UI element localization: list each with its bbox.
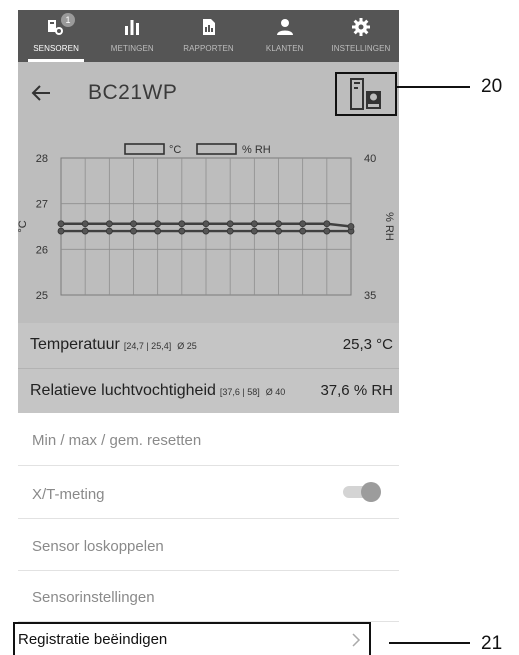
series-point-humidity: [81, 220, 89, 228]
series-point-temperature: [178, 227, 186, 235]
reading-average: Ø 40: [265, 387, 286, 397]
end-registration-button[interactable]: Registratie beëindigen: [13, 622, 371, 655]
series-point-temperature: [250, 227, 258, 235]
series-point-humidity: [154, 220, 162, 228]
series-point-temperature: [275, 227, 282, 235]
y-tick-label-left: 27: [36, 199, 48, 211]
series-point-temperature: [299, 227, 307, 235]
menu-label: Sensorinstellingen: [32, 589, 155, 606]
legend-label-temperature: °C: [169, 144, 181, 156]
nav-label: SENSOREN: [33, 44, 79, 53]
series-point-temperature: [226, 227, 234, 235]
menu-sensor-settings[interactable]: Sensorinstellingen: [18, 571, 399, 622]
series-point-temperature: [154, 227, 162, 235]
series-point-temperature: [130, 227, 137, 235]
sensor-header: BC21WP: [18, 62, 399, 125]
series-point-humidity: [347, 223, 355, 230]
top-navigation: 1 SENSOREN METINGEN RAPPORTEN KLANTEN IN…: [18, 10, 399, 62]
series-point-humidity: [130, 220, 137, 228]
menu-label: Min / max / gem. resetten: [32, 432, 202, 449]
series-point-humidity: [299, 220, 307, 228]
menu-xt-measurement: X/T-meting: [18, 466, 399, 519]
bar-chart-icon: [121, 16, 143, 38]
notification-badge: 1: [61, 13, 75, 27]
customers-icon: [274, 16, 296, 38]
xt-toggle[interactable]: [341, 482, 381, 502]
series-point-temperature: [323, 227, 331, 235]
y-axis-label-right: % RH: [383, 212, 395, 241]
nav-tab-rapporten[interactable]: RAPPORTEN: [170, 10, 246, 62]
legend-swatch-humidity: [196, 143, 237, 155]
nav-tab-klanten[interactable]: KLANTEN: [247, 10, 323, 62]
measurement-chart: 28 27 26 25 40 35 °C % RH °C % RH: [18, 125, 399, 323]
callout-number-logger: 20: [481, 76, 503, 97]
menu-label: Sensor loskoppelen: [32, 538, 164, 555]
series-point-temperature: [202, 227, 210, 235]
series-point-temperature: [57, 227, 65, 235]
nav-tab-metingen[interactable]: METINGEN: [94, 10, 170, 62]
chart-svg: 28 27 26 25 40 35 °C % RH °C % RH: [18, 143, 395, 302]
series-point-humidity: [57, 220, 65, 228]
y-tick-label-right: 35: [364, 290, 376, 302]
gear-icon: [350, 16, 372, 38]
series-point-temperature: [105, 227, 113, 235]
y-tick-label-left: 25: [36, 290, 48, 302]
series-point-humidity: [250, 220, 258, 228]
reading-temperature: Temperatuur [24,7 | 25,4] Ø 25 25,3 °C: [18, 323, 399, 369]
reading-humidity: Relatieve luchtvochtigheid [37,6 | 58] Ø 4…: [18, 369, 399, 413]
y-tick-label-right: 40: [364, 153, 376, 165]
reading-range: [24,7 | 25,4]: [123, 341, 172, 351]
reading-average: Ø 25: [177, 341, 197, 351]
page-title: BC21WP: [88, 81, 178, 104]
nav-tab-sensoren[interactable]: 1 SENSOREN: [18, 10, 94, 62]
series-point-humidity: [226, 220, 234, 228]
report-icon: [198, 16, 220, 38]
back-arrow-icon[interactable]: [30, 82, 52, 104]
reading-range: [37,6 | 58]: [219, 387, 260, 397]
chevron-right-icon: [352, 633, 361, 647]
data-logger-rec-icon: [350, 78, 381, 110]
toggle-thumb: [361, 482, 381, 502]
reading-value: 25,3 °C: [342, 336, 393, 353]
reading-label: Temperatuur: [30, 336, 120, 353]
series-point-humidity: [105, 220, 113, 228]
y-axis-label-left: °C: [18, 220, 29, 232]
y-tick-label-left: 26: [36, 244, 48, 256]
nav-label: METINGEN: [110, 44, 154, 53]
nav-tab-instellingen[interactable]: INSTELLINGEN: [323, 10, 399, 62]
app-screen: 1 SENSOREN METINGEN RAPPORTEN KLANTEN IN…: [18, 10, 399, 655]
reading-label: Relatieve luchtvochtigheid: [30, 382, 216, 399]
data-logger-button[interactable]: [335, 72, 397, 116]
menu-disconnect-sensor[interactable]: Sensor loskoppelen: [18, 519, 399, 571]
reading-value: 37,6 % RH: [320, 382, 393, 399]
menu-reset-minmax[interactable]: Min / max / gem. resetten: [18, 413, 399, 466]
series-point-humidity: [202, 220, 210, 228]
legend-swatch-temperature: [124, 143, 165, 155]
series-point-temperature: [81, 227, 89, 235]
nav-label: RAPPORTEN: [183, 44, 234, 53]
series-point-humidity: [275, 220, 282, 228]
callout-line-logger: [397, 86, 470, 88]
legend-label-humidity: % RH: [242, 144, 271, 156]
callout-number-end: 21: [481, 633, 503, 654]
callout-line-end: [389, 642, 470, 644]
menu-label: X/T-meting: [32, 486, 105, 503]
y-tick-label-left: 28: [36, 153, 48, 165]
menu-label: Registratie beëindigen: [18, 631, 168, 648]
nav-label: KLANTEN: [265, 44, 304, 53]
series-point-humidity: [323, 220, 331, 228]
series-point-humidity: [178, 220, 186, 228]
nav-label: INSTELLINGEN: [331, 44, 391, 53]
